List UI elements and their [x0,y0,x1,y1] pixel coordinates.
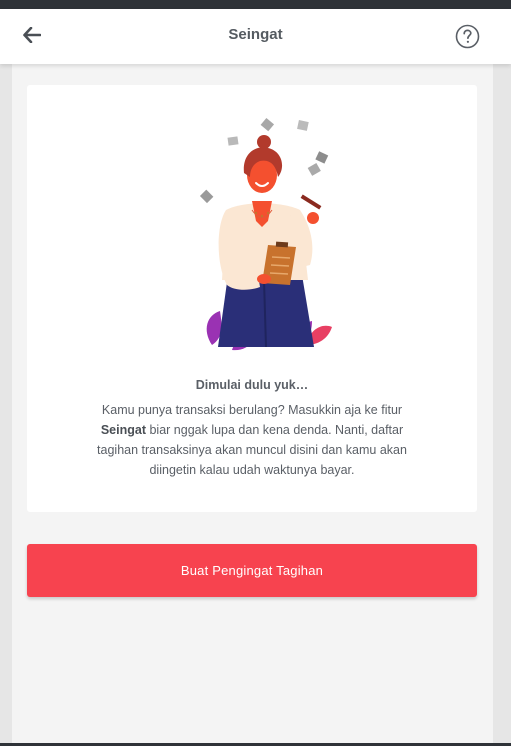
woman-with-clipboard-illustration [199,117,332,351]
empty-state-description: Kamu punya transaksi berulang? Masukkin … [82,400,422,480]
page-title: Seingat [228,26,283,43]
main-content: Dimulai dulu yuk… Kamu punya transaksi b… [12,64,493,743]
window-top-strip [0,0,511,9]
question-circle-icon [455,24,480,49]
description-feature-name: Seingat [100,423,146,437]
app-screen: Seingat Dimulai dulu yuk… Kamu punya tra… [0,9,511,743]
create-bill-reminder-button[interactable]: Buat Pengingat Tagihan [27,544,477,597]
empty-state-heading: Dimulai dulu yuk… [195,378,309,392]
empty-state-card: Dimulai dulu yuk… Kamu punya transaksi b… [27,85,477,512]
help-button[interactable] [455,24,480,49]
right-gutter [493,64,511,743]
left-gutter [0,64,12,743]
app-header: Seingat [0,9,511,64]
description-text-1: Kamu punya transaksi berulang? Masukkin … [101,403,403,417]
